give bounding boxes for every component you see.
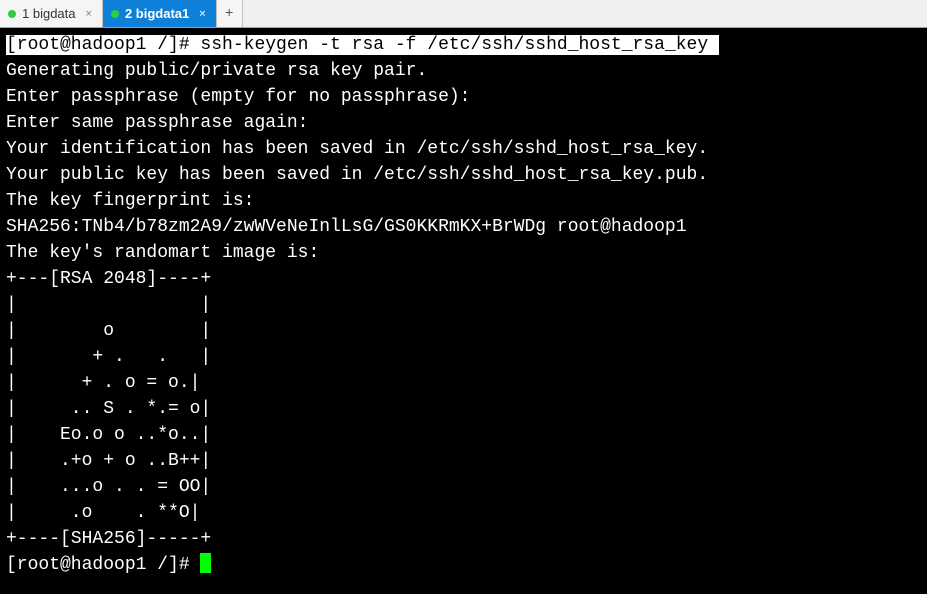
cursor-icon <box>200 553 211 573</box>
prompt: [root@hadoop1 /]# <box>6 555 200 575</box>
command-line-highlighted: [root@hadoop1 /]# ssh-keygen -t rsa -f /… <box>6 35 719 55</box>
randomart-line: | ...o . . = OO| <box>6 477 211 497</box>
close-icon[interactable]: × <box>86 8 92 20</box>
terminal-line: Enter passphrase (empty for no passphras… <box>6 87 470 107</box>
terminal-line: Your identification has been saved in /e… <box>6 139 708 159</box>
randomart-line: | | <box>6 295 211 315</box>
randomart-line: | o | <box>6 321 211 341</box>
close-icon[interactable]: × <box>199 8 205 20</box>
randomart-line: | + . o = o.| <box>6 373 200 393</box>
terminal-line: Your public key has been saved in /etc/s… <box>6 165 708 185</box>
plus-icon: + <box>225 6 233 22</box>
terminal-line: The key fingerprint is: <box>6 191 254 211</box>
randomart-line: +----[SHA256]-----+ <box>6 529 211 549</box>
tab-label: 2 bigdata1 <box>125 6 189 21</box>
terminal-line: Generating public/private rsa key pair. <box>6 61 427 81</box>
terminal-output[interactable]: [root@hadoop1 /]# ssh-keygen -t rsa -f /… <box>0 28 927 594</box>
randomart-line: +---[RSA 2048]----+ <box>6 269 211 289</box>
randomart-line: | Eo.o o ..*o..| <box>6 425 211 445</box>
terminal-line: SHA256:TNb4/b78zm2A9/zwWVeNeInlLsG/GS0KK… <box>6 217 687 237</box>
status-dot-icon <box>111 10 119 18</box>
randomart-line: | .. S . *.= o| <box>6 399 211 419</box>
terminal-line: The key's randomart image is: <box>6 243 319 263</box>
randomart-line: | + . . | <box>6 347 211 367</box>
randomart-line: | .+o + o ..B++| <box>6 451 211 471</box>
tab-bigdata1[interactable]: 2 bigdata1 × <box>103 0 217 27</box>
new-tab-button[interactable]: + <box>217 0 243 27</box>
randomart-line: | .o . **O| <box>6 503 200 523</box>
tab-bigdata[interactable]: 1 bigdata × <box>0 0 103 27</box>
status-dot-icon <box>8 10 16 18</box>
tab-bar: 1 bigdata × 2 bigdata1 × + <box>0 0 927 28</box>
tab-label: 1 bigdata <box>22 6 76 21</box>
terminal-line: Enter same passphrase again: <box>6 113 308 133</box>
